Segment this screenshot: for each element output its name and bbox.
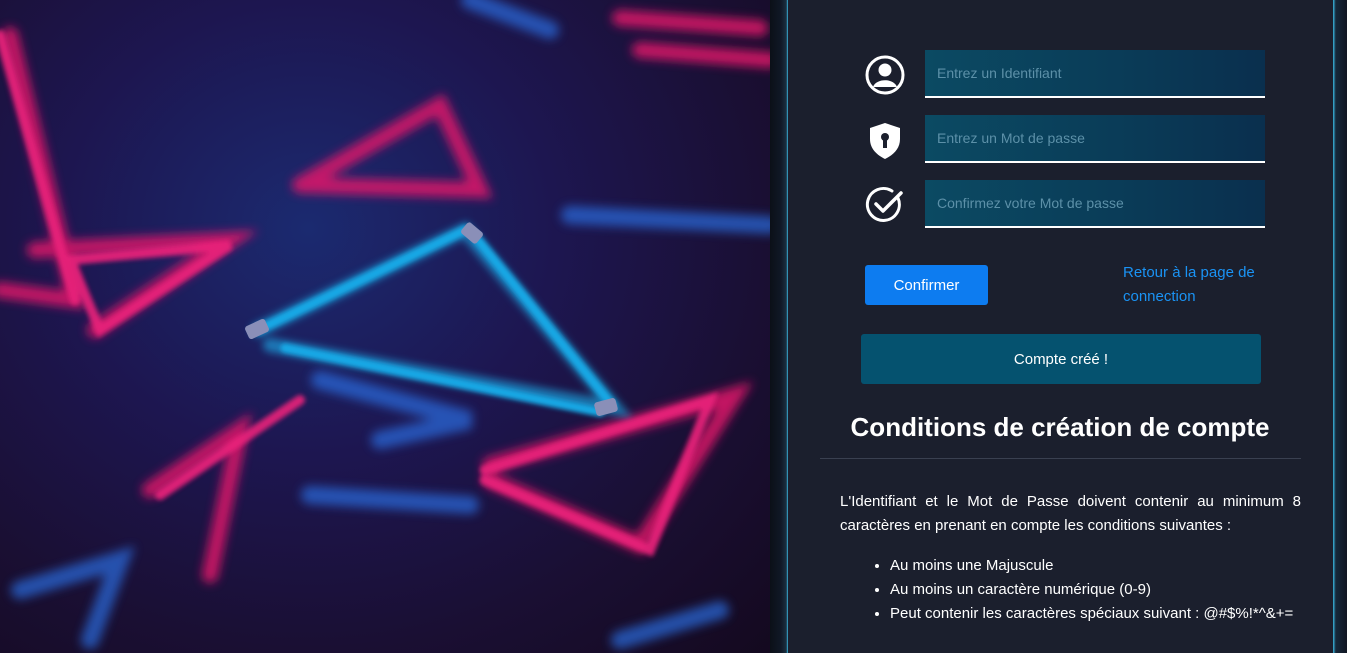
- conditions-list: Au moins une Majuscule Au moins un carac…: [840, 554, 1330, 626]
- password-row: [864, 115, 1266, 165]
- panel-left-edge: [770, 0, 788, 653]
- shield-lock-icon: [870, 123, 900, 159]
- condition-item: Au moins un caractère numérique (0-9): [890, 578, 1330, 602]
- conditions-divider: [820, 458, 1301, 459]
- status-message: Compte créé !: [1013, 350, 1109, 368]
- conditions-title: Conditions de création de compte: [850, 412, 1270, 442]
- username-row: [864, 50, 1266, 100]
- account-created-alert: Compte créé !: [861, 334, 1261, 384]
- confirm-password-input[interactable]: [925, 180, 1265, 228]
- neon-triangles-illustration: [0, 0, 770, 649]
- conditions-intro: L'Identifiant et le Mot de Passe doivent…: [840, 493, 1301, 534]
- back-to-login-link[interactable]: Retour à la page de connection: [1123, 261, 1273, 309]
- condition-item: Au moins une Majuscule: [890, 554, 1330, 578]
- password-input[interactable]: [925, 115, 1265, 163]
- user-circle-icon: [865, 55, 905, 95]
- panel-right-edge: [1333, 0, 1347, 653]
- username-input[interactable]: [925, 50, 1265, 98]
- check-circle-icon: [865, 186, 903, 222]
- confirm-button[interactable]: Confirmer: [865, 265, 988, 305]
- condition-item: Peut contenir les caractères spéciaux su…: [890, 602, 1330, 626]
- background-neon-image: [0, 0, 770, 653]
- confirm-password-row: [864, 180, 1266, 230]
